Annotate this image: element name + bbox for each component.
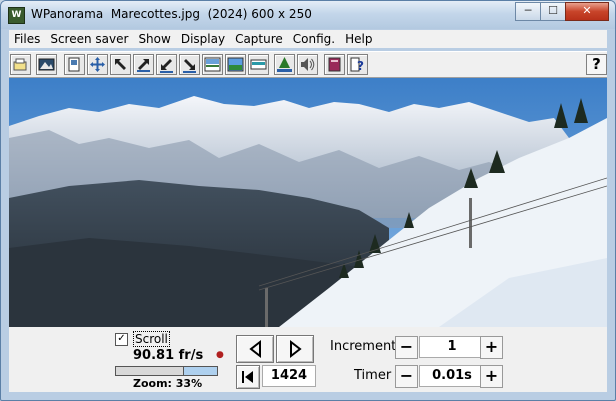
window-title: WPanorama Marecottes.jpg (2024) 600 x 25… — [31, 7, 312, 21]
arrow-nw-icon[interactable] — [110, 54, 131, 75]
title-bar[interactable]: W WPanorama Marecottes.jpg (2024) 600 x … — [1, 1, 615, 29]
menu-capture[interactable]: Capture — [230, 30, 288, 48]
open-icon[interactable] — [10, 54, 31, 75]
fps-indicator-icon: ● — [216, 350, 224, 360]
svg-text:?: ? — [357, 59, 364, 73]
minimize-button[interactable]: ─ — [515, 2, 541, 21]
zoom-slider-fill — [182, 367, 217, 375]
increment-field[interactable]: 1 — [419, 336, 485, 358]
app-window: W WPanorama Marecottes.jpg (2024) 600 x … — [0, 0, 616, 401]
timer-minus-button[interactable]: − — [395, 365, 418, 388]
increment-plus-button[interactable]: + — [480, 336, 503, 359]
scroll-left-button[interactable] — [236, 335, 274, 363]
scroll-right-button[interactable] — [276, 335, 314, 363]
arrow-ne-icon[interactable] — [133, 54, 154, 75]
arrow-se-icon[interactable] — [179, 54, 200, 75]
window-controls: ─ ☐ ✕ — [515, 2, 609, 21]
timer-plus-button[interactable]: + — [480, 365, 503, 388]
timer-label: Timer — [354, 368, 392, 383]
fps-readout: 90.81 fr/s — [133, 348, 204, 363]
menu-config[interactable]: Config. — [288, 30, 340, 48]
help-button[interactable]: ? — [586, 54, 607, 75]
sky-icon[interactable] — [202, 54, 223, 75]
speaker-icon[interactable] — [297, 54, 318, 75]
menu-bar: Files Screen saver Show Display Capture Confi… — [9, 30, 607, 48]
maximize-button[interactable]: ☐ — [540, 2, 566, 21]
app-icon[interactable]: W — [8, 7, 25, 24]
go-start-button[interactable] — [236, 365, 260, 389]
arrow-sw-icon[interactable] — [156, 54, 177, 75]
panel-icon[interactable] — [64, 54, 85, 75]
tree-icon[interactable] — [274, 54, 295, 75]
book-icon[interactable] — [324, 54, 345, 75]
panorama-photo — [9, 78, 607, 327]
zoom-readout: Zoom: 33% — [133, 377, 203, 390]
timer-field[interactable]: 0.01s — [419, 365, 485, 387]
image-icon[interactable] — [36, 54, 57, 75]
menu-files[interactable]: Files — [9, 30, 45, 48]
toolbar: ? ? — [9, 51, 607, 78]
zoom-slider[interactable] — [115, 366, 218, 376]
menu-show[interactable]: Show — [133, 30, 175, 48]
close-button[interactable]: ✕ — [565, 2, 609, 21]
move-icon[interactable] — [87, 54, 108, 75]
panorama-icon[interactable] — [248, 54, 269, 75]
landscape-icon[interactable] — [225, 54, 246, 75]
control-panel: ✓ Scroll 90.81 fr/s ● Zoom: 33% 1424 Inc… — [9, 327, 607, 392]
scroll-checkbox[interactable]: ✓ — [115, 333, 128, 346]
menu-screen-saver[interactable]: Screen saver — [45, 30, 133, 48]
increment-label: Increment — [330, 339, 397, 354]
help-doc-icon[interactable]: ? — [347, 54, 368, 75]
increment-minus-button[interactable]: − — [395, 336, 418, 359]
menu-help[interactable]: Help — [340, 30, 377, 48]
scroll-label[interactable]: Scroll — [133, 331, 170, 347]
position-field[interactable]: 1424 — [262, 365, 316, 387]
menu-display[interactable]: Display — [176, 30, 230, 48]
panorama-image — [9, 78, 607, 327]
